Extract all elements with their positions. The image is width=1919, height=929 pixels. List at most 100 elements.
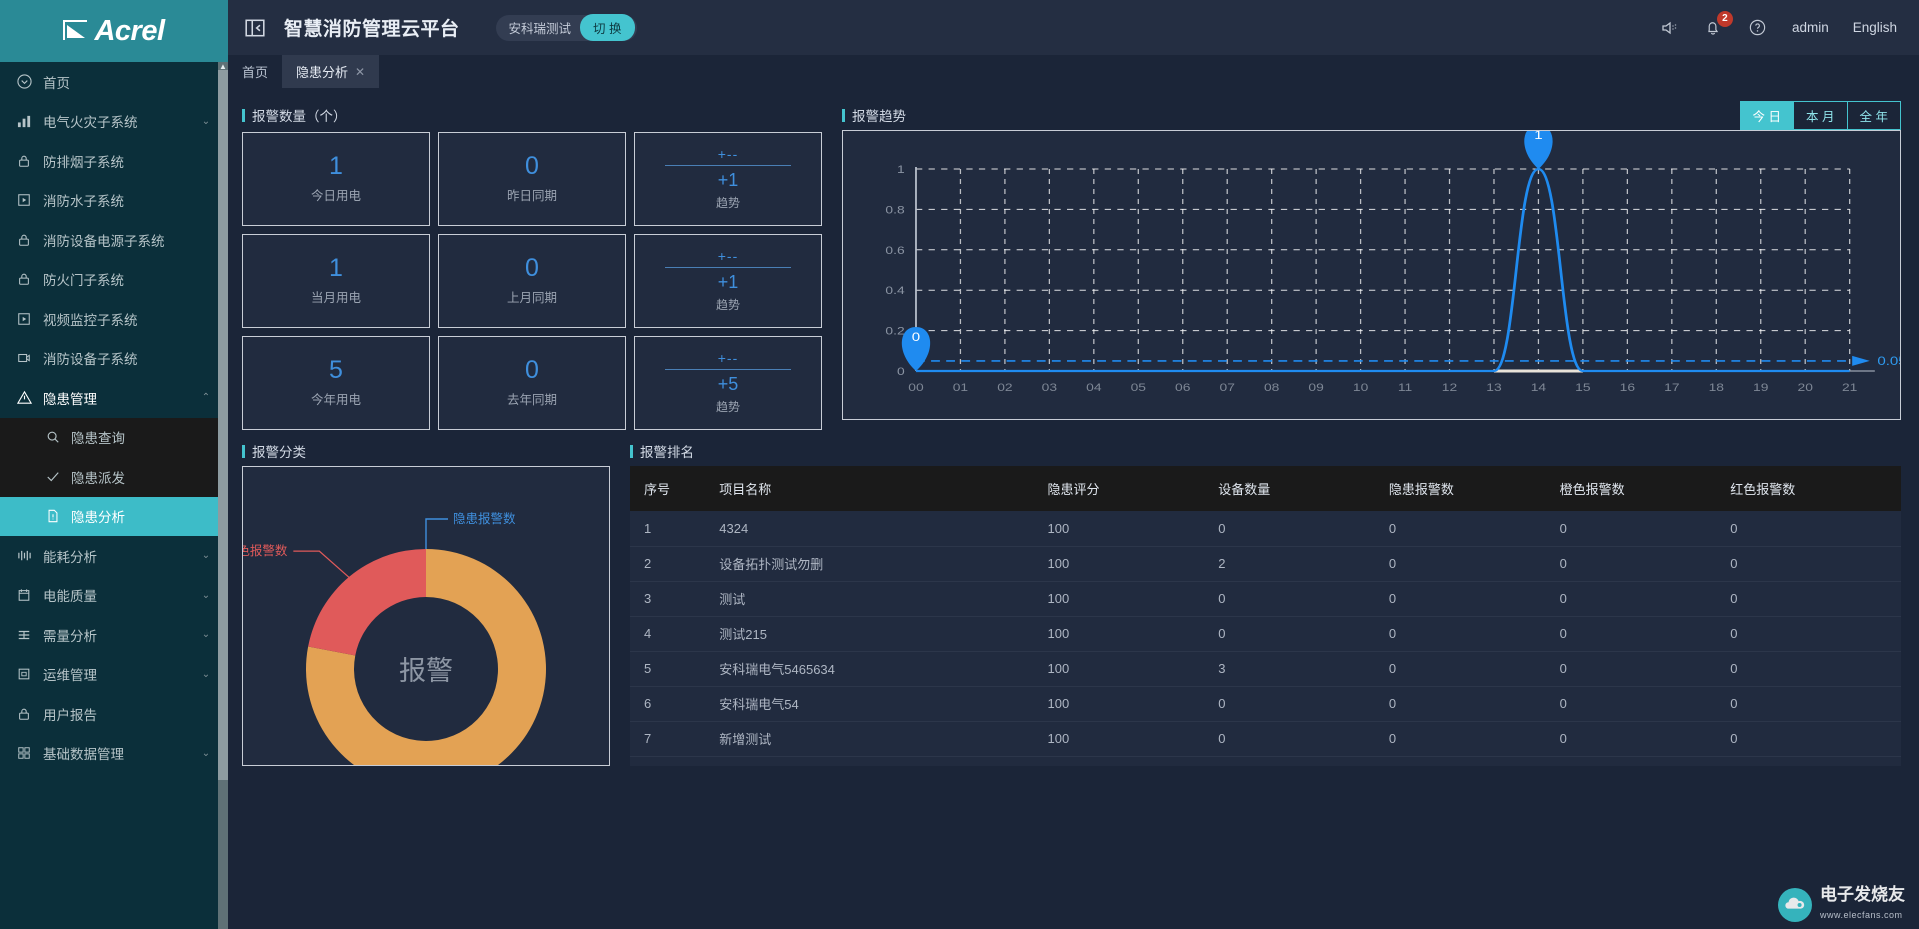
chevron-down-icon: ⌄ [201,747,211,759]
kpi-card-today: 1 今日用电 [242,132,430,226]
alarm-category-chart[interactable]: 报警 隐患报警数红色报警数 [242,466,610,766]
cell-devices: 0 [1218,511,1389,547]
table-row[interactable]: 2 设备拓扑测试勿删 100 2 0 0 0 [630,546,1901,582]
kpi-card-last-year: 0 去年同期 [438,336,626,430]
collapse-menu-icon[interactable] [244,17,266,39]
svg-text:0.2: 0.2 [885,325,904,337]
close-icon[interactable]: ✕ [355,65,365,79]
cell-devices: 0 [1218,616,1389,652]
play-box-icon [16,192,32,208]
sidebar-item-fire-equipment[interactable]: 消防设备子系统 [0,339,228,379]
range-month-button[interactable]: 本 月 [1793,100,1848,130]
range-today-button[interactable]: 今 日 [1739,100,1795,130]
svg-text:1: 1 [897,163,905,175]
lock-icon [16,153,32,169]
cell-orange: 0 [1559,686,1731,722]
sidebar-item-electric-fire[interactable]: 电气火灾子系统 ⌄ [0,102,228,142]
chevron-down-icon: ⌄ [201,629,211,641]
range-year-button[interactable]: 全 年 [1846,100,1901,130]
sidebar-item-label: 防排烟子系统 [43,154,124,170]
speaker-icon[interactable] [1660,18,1680,38]
help-icon[interactable] [1748,18,1768,38]
sidebar-item-power-quality[interactable]: 电能质量 ⌄ [0,576,228,616]
sidebar-item-power-supply[interactable]: 消防设备电源子系统 [0,220,228,260]
sidebar-item-user-report[interactable]: 用户报告 [0,694,228,734]
cell-red: 0 [1730,511,1901,547]
sidebar-submenu-hazard: 隐患查询 隐患派发 隐患分析 [0,417,228,536]
tab-hazard-analysis[interactable]: 隐患分析 ✕ [282,55,380,88]
svg-text:0: 0 [912,330,921,343]
watermark-title: 电子发烧友 [1820,885,1905,904]
sidebar-item-hazard-query[interactable]: 隐患查询 [0,418,228,458]
kpi-card-yesterday: 0 昨日同期 [438,132,626,226]
svg-text:20: 20 [1798,381,1813,393]
cell-score: 100 [1047,721,1219,757]
table-row[interactable]: 1 4324 100 0 0 0 0 [630,511,1901,547]
scrollbar-thumb[interactable] [218,70,228,780]
cell-score: 100 [1047,651,1219,687]
sidebar-item-hazard-dispatch[interactable]: 隐患派发 [0,457,228,497]
acrel-mark-icon [63,20,89,42]
cell-orange: 0 [1559,581,1731,617]
tab-label: 首页 [242,65,269,80]
cell-devices: 0 [1218,686,1389,722]
kpi-value: 0 [525,356,539,384]
cell-name: 安科瑞电气54 [719,686,1048,722]
sidebar-item-home[interactable]: 首页 [0,62,228,102]
kpi-trend-label: 趋势 [715,298,740,313]
sidebar-item-basic-data[interactable]: 基础数据管理 ⌄ [0,734,228,774]
sidebar-item-video-monitor[interactable]: 视频监控子系统 [0,299,228,339]
table-row[interactable]: 6 安科瑞电气54 100 0 0 0 0 [630,686,1901,722]
org-switch-button[interactable]: 切 换 [580,14,635,41]
cell-index: 2 [630,546,720,582]
brand-name: Acrel [94,14,165,47]
kpi-value: 0 [525,254,539,282]
tab-home[interactable]: 首页 [228,55,282,88]
sidebar-item-hazard-management[interactable]: 隐患管理 ⌃ [0,378,228,418]
cell-orange: 0 [1559,651,1731,687]
sidebar-item-demand-analysis[interactable]: 需量分析 ⌄ [0,615,228,655]
sidebar-item-fire-door[interactable]: 防火门子系统 [0,260,228,300]
sidebar-item-energy-analysis[interactable]: 能耗分析 ⌄ [0,536,228,576]
svg-text:隐患报警数: 隐患报警数 [453,511,516,526]
notification-bell-icon[interactable]: 2 [1704,10,1733,38]
kpi-value: 1 [329,254,343,282]
svg-text:13: 13 [1486,381,1501,393]
svg-text:15: 15 [1575,381,1590,393]
table-row[interactable]: 7 新增测试 100 0 0 0 0 [630,721,1901,757]
top-row: 报警数量（个） 1 今日用电 0 昨日同期 +-- +1 趋势 1 当月用电 0… [228,88,1919,430]
sidebar-item-label: 防火门子系统 [43,273,124,289]
sidebar-item-label: 电气火灾子系统 [43,115,138,131]
alarm-count-panel: 报警数量（个） 1 今日用电 0 昨日同期 +-- +1 趋势 1 当月用电 0… [242,100,822,430]
sidebar-item-water[interactable]: 消防水子系统 [0,181,228,221]
alarm-rank-table-wrap: 序号 项目名称 隐患评分 设备数量 隐患报警数 橙色报警数 红色报警数 1 432… [630,466,1901,766]
org-selector[interactable]: 安科瑞测试 切 换 [495,14,637,41]
svg-text:10: 10 [1353,381,1368,393]
cell-score: 100 [1047,686,1219,722]
sidebar-item-smoke[interactable]: 防排烟子系统 [0,141,228,181]
kpi-trend-divider [665,266,791,268]
svg-text:03: 03 [1042,381,1057,393]
table-row[interactable]: 3 测试 100 0 0 0 0 [630,581,1901,617]
svg-text:14: 14 [1531,381,1546,393]
user-menu[interactable]: admin [1792,20,1829,35]
home-icon [16,74,32,90]
play-box-icon [16,311,32,327]
cell-orange: 0 [1559,616,1731,652]
search-icon [45,430,60,445]
sidebar-scrollbar[interactable]: ▲ [218,62,228,929]
sidebar-item-hazard-analysis[interactable]: 隐患分析 [0,496,228,536]
maintain-icon [16,666,32,682]
svg-text:17: 17 [1664,381,1679,393]
table-row[interactable]: 5 安科瑞电气5465634 100 3 0 0 0 [630,651,1901,687]
sidebar-item-maintenance[interactable]: 运维管理 ⌄ [0,655,228,695]
cell-hidden: 0 [1388,581,1560,617]
cell-hidden: 0 [1388,651,1560,687]
alarm-trend-chart[interactable]: 0 0.2 0.4 0.6 0.8 1 00 01 02 03 04 05 06 07 08 09 10 11 12… [842,130,1901,420]
table-row[interactable]: 4 测试215 100 0 0 0 0 [630,616,1901,652]
brand-logo[interactable]: Acrel [0,0,228,62]
svg-text:00: 00 [908,381,923,393]
lock-icon [16,232,32,248]
language-switch[interactable]: English [1853,20,1897,35]
sidebar-item-label: 运维管理 [43,668,97,684]
